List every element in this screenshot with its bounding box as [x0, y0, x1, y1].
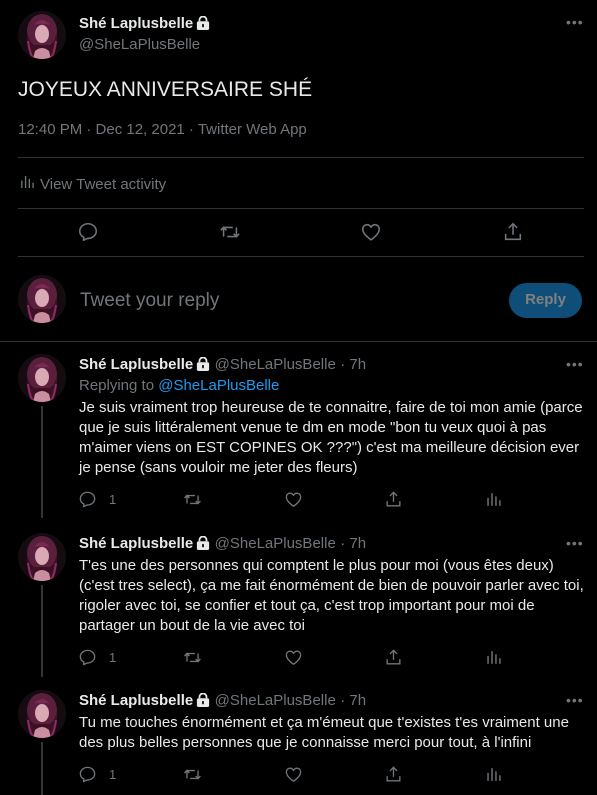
retweet-icon[interactable]: [219, 221, 241, 243]
share-icon[interactable]: [384, 490, 403, 509]
reply-display-name[interactable]: Shé Laplusbelle: [79, 356, 193, 373]
divider: [18, 256, 584, 257]
reply-header: Shé Laplusbelle @SheLaPlusBelle · 7h: [79, 692, 366, 712]
like-icon[interactable]: [284, 648, 303, 667]
lock-icon: [196, 693, 210, 712]
divider: [18, 208, 584, 209]
reply-time[interactable]: · 7h: [340, 535, 366, 552]
share-icon[interactable]: [502, 221, 524, 243]
more-icon[interactable]: •••: [566, 535, 584, 551]
replying-to-label: Replying to: [79, 377, 159, 394]
reply-button[interactable]: Reply: [509, 283, 582, 318]
reply-header: Shé Laplusbelle @SheLaPlusBelle · 7h: [79, 535, 366, 555]
reply-header: Shé Laplusbelle @SheLaPlusBelle · 7h: [79, 356, 366, 376]
reply-handle[interactable]: @SheLaPlusBelle: [215, 535, 336, 552]
tweet-meta[interactable]: 12:40 PM · Dec 12, 2021 · Twitter Web Ap…: [18, 121, 307, 138]
reply-text: Je suis vraiment trop heureuse de te con…: [79, 399, 583, 476]
lock-icon: [196, 536, 210, 555]
reply-handle[interactable]: @SheLaPlusBelle: [215, 356, 336, 373]
thread-line: [41, 585, 43, 677]
like-icon[interactable]: [284, 490, 303, 509]
thread-line: [41, 742, 43, 795]
divider: [0, 341, 597, 342]
lock-icon: [196, 16, 210, 35]
replying-to: Replying to @SheLaPlusBelle: [79, 377, 279, 394]
analytics-icon: [18, 173, 36, 196]
reply-count: 1: [109, 767, 117, 782]
share-icon[interactable]: [384, 648, 403, 667]
reply-avatar[interactable]: [18, 690, 66, 738]
reply-display-name[interactable]: Shé Laplusbelle: [79, 535, 193, 552]
reply-count: 1: [109, 492, 117, 507]
analytics-icon[interactable]: [484, 490, 503, 509]
more-icon[interactable]: •••: [566, 692, 584, 708]
share-icon[interactable]: [384, 765, 403, 784]
retweet-icon[interactable]: [183, 490, 202, 509]
thread-line: [41, 406, 43, 518]
retweet-icon[interactable]: [183, 648, 202, 667]
like-icon[interactable]: [360, 221, 382, 243]
like-icon[interactable]: [284, 765, 303, 784]
analytics-icon[interactable]: [484, 765, 503, 784]
replying-to-handle[interactable]: @SheLaPlusBelle: [158, 377, 279, 394]
reply-avatar[interactable]: [18, 354, 66, 402]
reply-input[interactable]: Tweet your reply: [80, 290, 219, 312]
reply-display-name[interactable]: Shé Laplusbelle: [79, 692, 193, 709]
tweet-text: JOYEUX ANNIVERSAIRE SHÉ: [18, 78, 313, 101]
reply-time[interactable]: · 7h: [340, 692, 366, 709]
reply-avatar[interactable]: [18, 533, 66, 581]
more-icon[interactable]: •••: [566, 356, 584, 372]
retweet-icon[interactable]: [183, 765, 202, 784]
view-tweet-activity-label: View Tweet activity: [40, 176, 167, 193]
divider: [18, 157, 584, 158]
reply-icon[interactable]: [77, 221, 99, 243]
analytics-icon[interactable]: [484, 648, 503, 667]
reply-time[interactable]: · 7h: [340, 356, 366, 373]
author-display-name[interactable]: Shé Laplusbelle: [79, 15, 193, 32]
author-handle[interactable]: @SheLaPlusBelle: [79, 36, 200, 53]
more-icon[interactable]: •••: [566, 14, 584, 30]
reply-text: T'es une des personnes qui comptent le p…: [79, 557, 584, 634]
lock-icon: [196, 357, 210, 376]
view-tweet-activity[interactable]: View Tweet activity: [18, 173, 166, 196]
reply-count: 1: [109, 650, 117, 665]
author-avatar[interactable]: [18, 11, 66, 59]
author-name-row[interactable]: Shé Laplusbelle: [79, 15, 210, 35]
composer-avatar[interactable]: [18, 275, 66, 323]
reply-handle[interactable]: @SheLaPlusBelle: [215, 692, 336, 709]
reply-icon[interactable]: 1: [78, 648, 116, 667]
reply-icon[interactable]: 1: [78, 765, 116, 784]
reply-icon[interactable]: 1: [78, 490, 116, 509]
reply-text: Tu me touches énormément et ça m'émeut q…: [79, 714, 569, 751]
